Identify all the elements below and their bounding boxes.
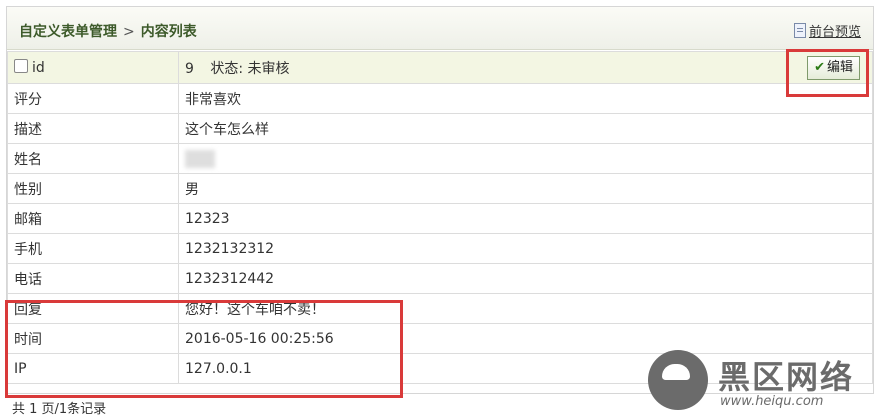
- id-cell: id: [7, 51, 179, 84]
- select-checkbox[interactable]: [14, 59, 28, 73]
- edit-highlight-box: [786, 49, 869, 97]
- redacted-name: [185, 149, 215, 168]
- id-value: 9: [185, 60, 194, 77]
- table-row: 邮箱 12323: [7, 203, 873, 234]
- field-label: 手机: [7, 233, 179, 264]
- watermark-title: 黑区网络: [718, 358, 855, 396]
- field-value: 男: [178, 173, 873, 204]
- field-value: 1232132312: [178, 233, 873, 264]
- table-row: 姓名: [7, 143, 873, 174]
- status-value: 未审核: [247, 60, 290, 77]
- frontend-preview-link[interactable]: 前台预览: [793, 21, 861, 40]
- status-label: 状态:: [210, 60, 244, 77]
- field-label: 电话: [7, 263, 179, 294]
- field-label: 性别: [7, 173, 179, 204]
- watermark-url: www.heiqu.com: [720, 394, 824, 409]
- table-row: 评分 非常喜欢: [7, 83, 873, 114]
- field-label: 评分: [7, 83, 179, 114]
- watermark: 黑区网络 www.heiqu.com: [648, 350, 873, 416]
- breadcrumb: 自定义表单管理 > 内容列表: [19, 21, 197, 41]
- breadcrumb-separator: >: [123, 24, 135, 40]
- mushroom-logo-icon: [648, 350, 708, 410]
- table-row: 电话 1232312442: [7, 263, 873, 294]
- field-value-blurred: [178, 143, 873, 174]
- field-value: 1232312442: [178, 263, 873, 294]
- id-label: id: [32, 60, 45, 76]
- table-row: 性别男: [7, 173, 873, 204]
- breadcrumb-content-list: 内容列表: [140, 24, 197, 40]
- reply-highlight-box: [5, 300, 403, 398]
- field-value: 12323: [178, 203, 873, 234]
- id-status-cell: 9 状态: 未审核 ✔ 编辑: [178, 51, 873, 84]
- panel-header: 自定义表单管理 > 内容列表 前台预览: [7, 7, 873, 50]
- table-row: 手机 1232132312: [7, 233, 873, 264]
- table-row: 描述 这个车怎么样: [7, 113, 873, 144]
- document-icon: [793, 23, 806, 38]
- field-label: 邮箱: [7, 203, 179, 234]
- preview-label: 前台预览: [808, 25, 861, 40]
- field-label: 姓名: [7, 143, 179, 174]
- field-value: 非常喜欢: [178, 83, 873, 114]
- breadcrumb-form-manage[interactable]: 自定义表单管理: [19, 24, 117, 40]
- record-header-row: id 9 状态: 未审核 ✔ 编辑: [7, 51, 873, 84]
- field-value: 这个车怎么样: [178, 113, 873, 144]
- field-label: 描述: [7, 113, 179, 144]
- pagination-info: 共 1 页/1条记录: [12, 402, 107, 417]
